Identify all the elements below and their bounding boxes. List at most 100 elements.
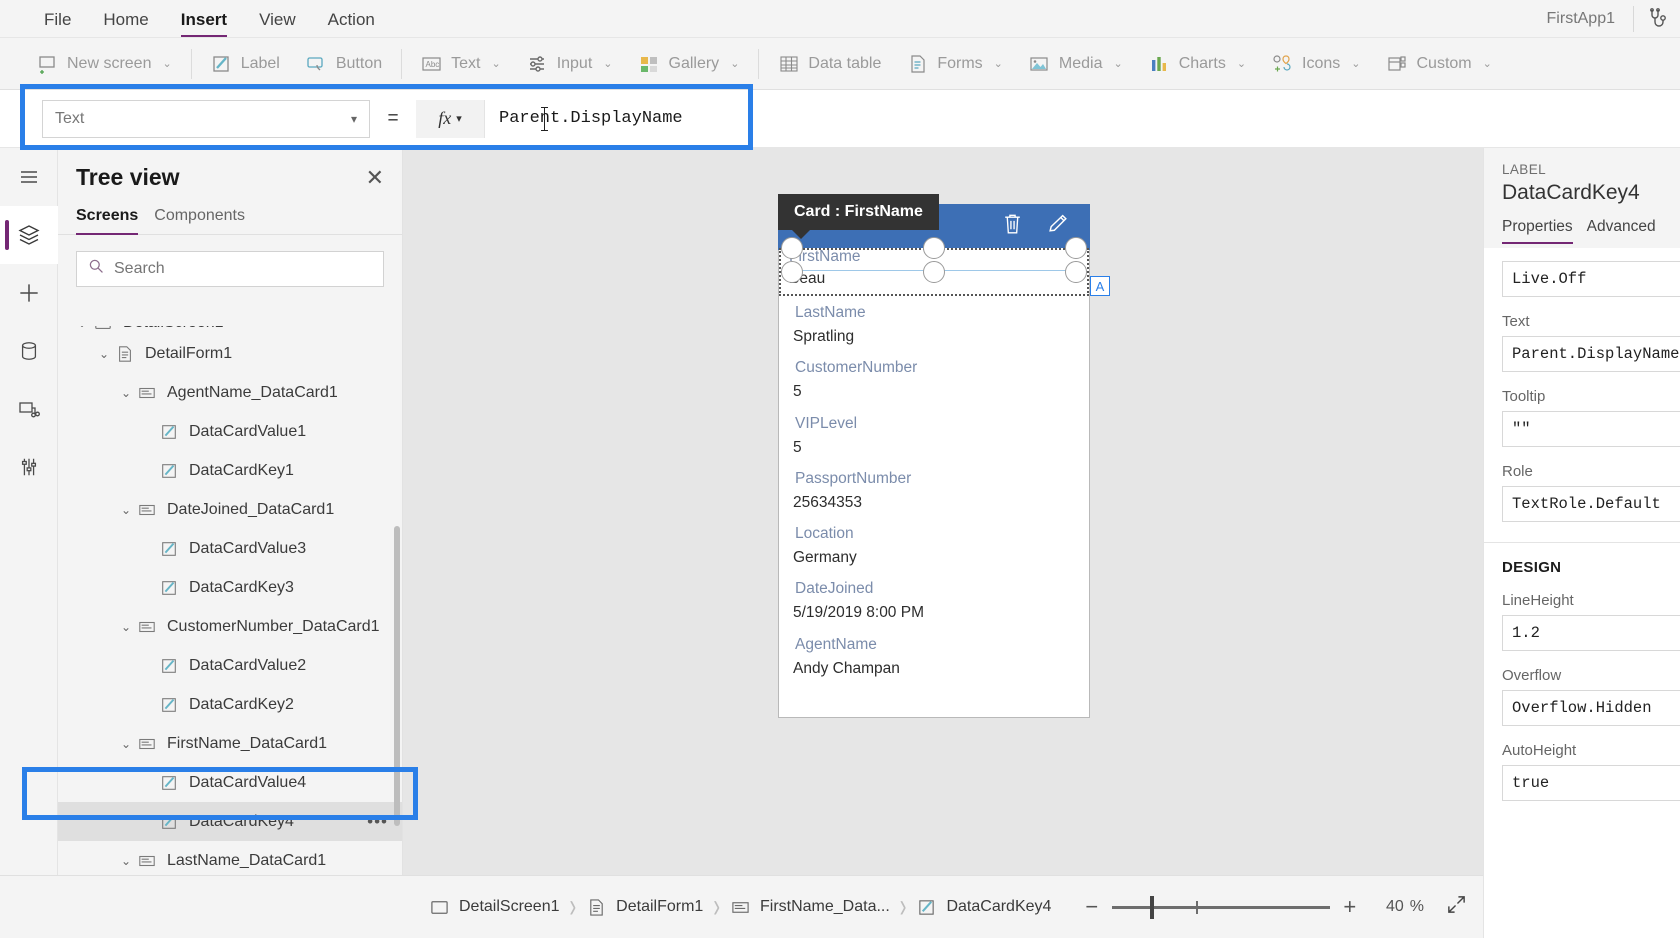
tree-node-datacardkey2[interactable]: DataCardKey2	[58, 685, 402, 724]
advanced-settings-icon[interactable]	[0, 438, 58, 496]
field-value: 25634353	[793, 493, 862, 511]
ribbon-charts[interactable]: Charts ⌄	[1136, 46, 1259, 81]
zoom-out-button[interactable]: −	[1072, 896, 1112, 918]
search-input[interactable]	[114, 260, 372, 278]
property-input-live[interactable]: Live.Off	[1502, 261, 1680, 297]
resize-handle-top-left[interactable]	[781, 237, 803, 259]
close-icon[interactable]: ✕	[366, 166, 384, 189]
equals-sign: =	[387, 107, 399, 129]
resize-handle-top-right[interactable]	[1065, 237, 1087, 259]
property-input-text[interactable]: Parent.DisplayName	[1502, 336, 1680, 372]
tree-node-datacardvalue4[interactable]: DataCardValue4	[58, 763, 402, 802]
breadcrumb-detailscreen1[interactable]: DetailScreen1	[419, 897, 570, 918]
tree-node-datacardkey4[interactable]: DataCardKey4 •••	[58, 802, 402, 841]
breadcrumb-separator: ›	[569, 887, 577, 925]
property-input-overflow[interactable]: Overflow.Hidden	[1502, 690, 1680, 726]
search-box[interactable]	[76, 251, 384, 287]
field-location[interactable]: Location Germany	[793, 522, 1075, 569]
gallery-icon	[639, 53, 660, 74]
properties-panel-body: Live.Off Text Parent.DisplayName Tooltip…	[1484, 248, 1680, 801]
left-icon-rail	[0, 148, 58, 938]
field-datejoined[interactable]: DateJoined 5/19/2019 8:00 PM	[793, 577, 1075, 624]
menu-item-insert[interactable]: Insert	[167, 2, 241, 37]
tree-node-datacardkey3[interactable]: DataCardKey3	[58, 568, 402, 607]
expand-icon[interactable]	[1446, 894, 1467, 921]
ribbon-new-screen[interactable]: New screen ⌄	[24, 46, 185, 81]
field-label: Location	[795, 525, 854, 543]
breadcrumb-label: FirstName_Data...	[759, 898, 890, 915]
menu-item-action[interactable]: Action	[314, 2, 389, 36]
tree-node-label: DataCardValue4	[189, 773, 307, 791]
breadcrumb-detailform1[interactable]: DetailForm1	[576, 897, 713, 918]
tree-node-datacardkey1[interactable]: DataCardKey1	[58, 451, 402, 490]
field-viplevel[interactable]: VIPLevel 5	[793, 412, 1075, 459]
ribbon-label[interactable]: Label	[198, 46, 293, 81]
tree-node-datacardvalue3[interactable]: DataCardValue3	[58, 529, 402, 568]
design-section-title: DESIGN	[1502, 559, 1562, 576]
hamburger-menu-icon[interactable]	[0, 148, 58, 206]
ribbon-data-table[interactable]: Data table	[765, 46, 894, 81]
ribbon-button[interactable]: Button	[293, 46, 395, 81]
resize-handle-mid-center[interactable]	[923, 261, 945, 283]
resize-handle-mid-left[interactable]	[781, 261, 803, 283]
delete-icon[interactable]	[1002, 213, 1023, 241]
more-options-icon[interactable]: •••	[367, 812, 388, 832]
menu-item-file[interactable]: File	[30, 2, 85, 36]
text-cursor-icon	[541, 106, 548, 131]
menu-item-home[interactable]: Home	[89, 2, 162, 36]
zoom-in-button[interactable]: +	[1330, 896, 1370, 918]
insert-icon[interactable]	[0, 264, 58, 322]
property-input-tooltip[interactable]: ""	[1502, 411, 1680, 447]
tree-node-firstname-datacard1[interactable]: ⌄ FirstName_DataCard1	[58, 724, 402, 763]
ribbon-input[interactable]: Input ⌄	[514, 46, 626, 81]
field-passportnumber[interactable]: PassportNumber 25634353	[793, 467, 1075, 514]
tree-node-datejoined-datacard1[interactable]: ⌄ DateJoined_DataCard1	[58, 490, 402, 529]
property-input-role[interactable]: TextRole.Default	[1502, 486, 1680, 522]
ribbon-forms[interactable]: Forms ⌄	[894, 46, 1016, 81]
tree-node-agentname-datacard1[interactable]: ⌄ AgentName_DataCard1	[58, 373, 402, 412]
fx-button[interactable]: fx ▾	[416, 99, 484, 138]
ribbon-custom[interactable]: Custom ⌄	[1374, 46, 1505, 81]
property-input-lineheight[interactable]: 1.2	[1502, 615, 1680, 651]
tree-node-customernumber-datacard1[interactable]: ⌄ CustomerNumber_DataCard1	[58, 607, 402, 646]
data-icon[interactable]	[0, 322, 58, 380]
ribbon-icons[interactable]: Icons ⌄	[1259, 46, 1373, 81]
zoom-slider[interactable]	[1111, 895, 1330, 919]
label-control-icon	[158, 421, 180, 443]
tab-advanced[interactable]: Advanced	[1587, 218, 1656, 244]
ribbon-text[interactable]: Abc Text ⌄	[408, 46, 514, 81]
app-checker-icon[interactable]	[1634, 7, 1680, 31]
tree-node-label: DataCardValue1	[189, 422, 307, 440]
breadcrumb-datacardkey4[interactable]: DataCardKey4	[906, 897, 1061, 918]
breadcrumb-firstname-datacard[interactable]: FirstName_Data...	[720, 897, 900, 918]
field-agentname[interactable]: AgentName Andy Champan	[793, 633, 1075, 680]
datacard-icon	[136, 850, 158, 872]
ribbon-gallery[interactable]: Gallery ⌄	[626, 46, 753, 81]
tree-view-scrollbar[interactable]	[394, 526, 400, 826]
status-bar-left-filler	[0, 875, 403, 938]
property-selector[interactable]: Text ▾	[42, 99, 370, 138]
edit-pencil-icon[interactable]	[1047, 213, 1070, 241]
form-icon	[114, 343, 136, 365]
tree-node-detailscreen1[interactable]: ⌄ DetailScreen1	[58, 326, 402, 334]
tab-components[interactable]: Components	[154, 207, 245, 234]
tab-screens[interactable]: Screens	[76, 207, 139, 235]
tree-node-datacardvalue2[interactable]: DataCardValue2	[58, 646, 402, 685]
data-table-icon	[778, 53, 799, 74]
ribbon-media[interactable]: Media ⌄	[1016, 46, 1136, 81]
tab-properties[interactable]: Properties	[1502, 218, 1573, 244]
menu-item-view[interactable]: View	[245, 2, 310, 36]
tree-node-label: CustomerNumber_DataCard1	[167, 617, 380, 635]
tree-node-label: DateJoined_DataCard1	[167, 500, 335, 518]
property-input-autoheight[interactable]: true	[1502, 765, 1680, 801]
resize-handle-top-center[interactable]	[923, 237, 945, 259]
formula-input[interactable]: Parent.DisplayName	[484, 99, 1680, 138]
tree-view-icon[interactable]	[0, 206, 58, 264]
field-lastname[interactable]: LastName Spratling	[793, 301, 1075, 348]
resize-handle-mid-right[interactable]	[1065, 261, 1087, 283]
tree-node-detailform1[interactable]: ⌄ DetailForm1	[58, 334, 402, 373]
tree-node-datacardvalue1[interactable]: DataCardValue1	[58, 412, 402, 451]
field-customernumber[interactable]: CustomerNumber 5	[793, 356, 1075, 403]
zoom-slider-thumb[interactable]	[1149, 895, 1154, 919]
media-icon[interactable]	[0, 380, 58, 438]
